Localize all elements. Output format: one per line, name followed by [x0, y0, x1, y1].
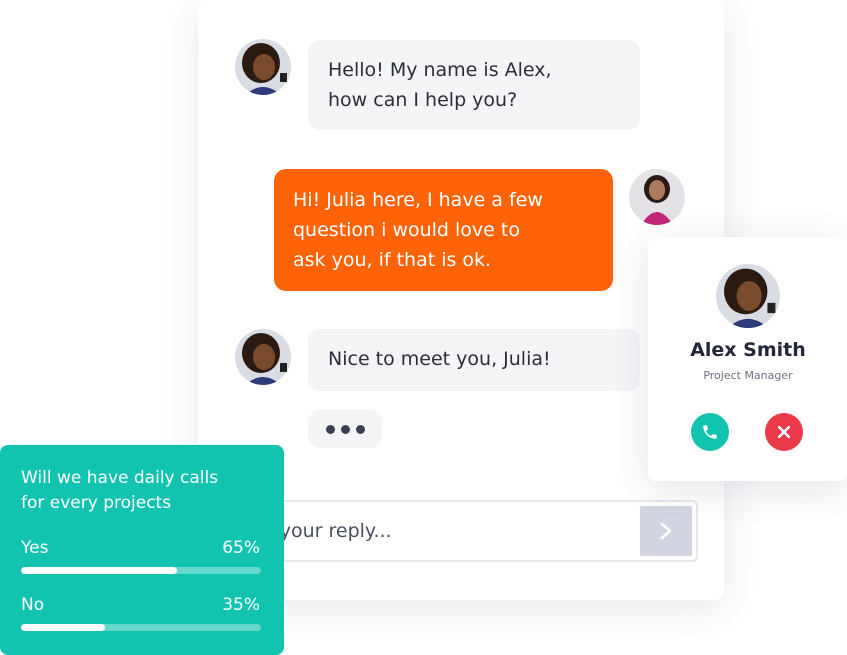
typing-dot	[340, 424, 350, 434]
message-bubble-julia: Hi! Julia here, I have a few question i …	[274, 169, 613, 291]
poll-question-line: Will we have daily calls	[21, 468, 219, 488]
message-line: Hello! My name is Alex,	[328, 59, 552, 81]
typing-dot	[355, 424, 365, 434]
reply-input[interactable]: e your reply...	[260, 500, 698, 562]
poll-question-line: for every projects	[21, 493, 172, 513]
poll-card: Will we have daily calls for every proje…	[0, 445, 284, 655]
message-bubble-alex: Hello! My name is Alex, how can I help y…	[308, 40, 640, 130]
send-button[interactable]	[640, 506, 692, 556]
message-line: Hi! Julia here, I have a few	[293, 189, 543, 211]
poll-option-no-bar	[21, 624, 261, 631]
poll-option-no-label[interactable]: No	[21, 595, 44, 615]
message-line: how can I help you?	[328, 89, 518, 111]
julia-avatar	[629, 169, 685, 225]
typing-indicator	[308, 410, 382, 448]
message-line: ask you, if that is ok.	[293, 249, 492, 271]
alex-avatar	[235, 329, 291, 385]
chevron-right-icon	[660, 522, 672, 540]
close-icon	[777, 425, 791, 439]
contact-card: Alex Smith Project Manager	[648, 237, 847, 481]
decline-call-button[interactable]	[765, 413, 803, 451]
profile-avatar	[716, 264, 780, 328]
poll-option-yes-label[interactable]: Yes	[21, 538, 48, 558]
poll-question: Will we have daily calls for every proje…	[21, 466, 261, 516]
poll-option-no-fill	[21, 624, 105, 631]
message-line: question i would love to	[293, 219, 520, 241]
alex-avatar	[235, 39, 291, 95]
accept-call-button[interactable]	[691, 413, 729, 451]
poll-option-yes-bar	[21, 567, 261, 574]
poll-option-yes-fill	[21, 567, 177, 574]
poll-option-yes-percent: 65%	[222, 538, 260, 558]
phone-icon	[703, 425, 717, 439]
contact-role: Project Manager	[703, 369, 793, 382]
typing-dot	[325, 424, 335, 434]
contact-name: Alex Smith	[690, 339, 806, 361]
message-bubble-alex: Nice to meet you, Julia!	[308, 329, 640, 391]
poll-option-no-percent: 35%	[222, 595, 260, 615]
message-line: Nice to meet you, Julia!	[328, 348, 551, 370]
